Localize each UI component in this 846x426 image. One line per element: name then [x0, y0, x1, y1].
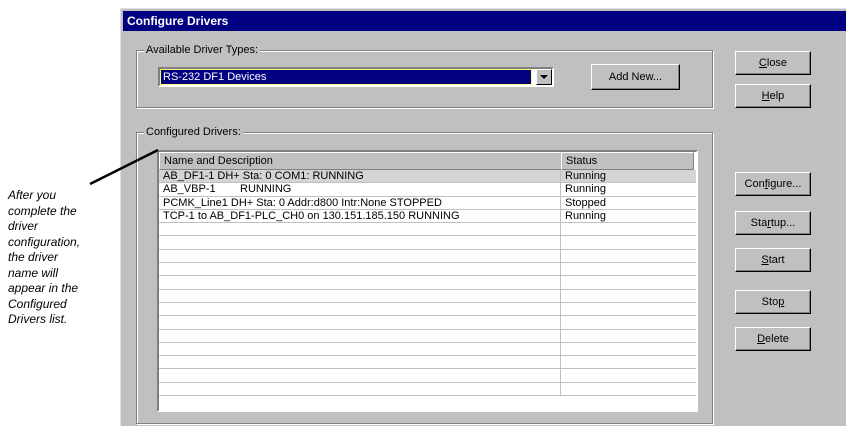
configure-drivers-dialog: Configure Drivers Available Driver Types… — [120, 8, 846, 426]
empty-row — [159, 223, 696, 237]
stop-mnemonic: p — [778, 296, 785, 308]
table-row[interactable]: PCMK_Line1 DH+ Sta: 0 Addr:d800 Intr:Non… — [159, 196, 696, 210]
annotation-line: Configured — [8, 296, 67, 311]
empty-row — [159, 276, 696, 290]
start-mnemonic: S — [761, 254, 769, 266]
column-header-name[interactable]: Name and Description — [159, 152, 561, 170]
list-header: Name and Description Status — [159, 152, 696, 170]
empty-row — [159, 329, 696, 343]
driver-status: Stopped — [565, 196, 606, 209]
annotation-line: Drivers list. — [8, 312, 68, 326]
configure-button[interactable]: Configure... — [735, 172, 811, 196]
driver-status: Running — [565, 170, 606, 182]
driver-name: PCMK_Line1 DH+ Sta: 0 Addr:d800 Intr:Non… — [159, 196, 561, 209]
empty-row — [159, 289, 696, 303]
empty-row — [159, 316, 696, 330]
annotation-line: name will — [8, 265, 59, 280]
start-button[interactable]: Start — [735, 248, 811, 272]
driver-status: Running — [565, 183, 606, 196]
help-mnemonic: H — [761, 90, 770, 102]
empty-row — [159, 342, 696, 357]
empty-row — [159, 236, 696, 250]
add-new-label: Add New... — [608, 71, 663, 83]
empty-row — [159, 382, 696, 397]
annotation-line: the driver — [8, 250, 59, 264]
annotation-line: After you — [8, 188, 57, 202]
annotation-line: complete the — [8, 203, 77, 218]
add-new-button[interactable]: Add New... — [591, 64, 680, 90]
annotation-line: driver — [8, 219, 39, 233]
driver-type-value: RS-232 DF1 Devices — [160, 69, 532, 85]
dropdown-arrow-icon[interactable] — [536, 69, 552, 85]
table-row[interactable]: TCP-1 to AB_DF1-PLC_CH0 on 130.151.185.1… — [159, 209, 696, 224]
driver-type-select[interactable]: RS-232 DF1 Devices — [158, 67, 554, 87]
configured-drivers-label: Configured Drivers: — [144, 125, 243, 139]
driver-name: AB_VBP-1 RUNNING — [159, 183, 561, 196]
empty-row — [159, 249, 696, 264]
delete-mnemonic: D — [757, 333, 766, 345]
empty-row — [159, 356, 696, 370]
empty-row — [159, 369, 696, 383]
close-mnemonic: C — [758, 57, 767, 69]
dialog-title: Configure Drivers — [123, 11, 846, 31]
empty-row — [159, 302, 696, 317]
driver-status: Running — [565, 209, 606, 222]
driver-name: AB_DF1-1 DH+ Sta: 0 COM1: RUNNING — [159, 170, 561, 183]
close-button[interactable]: Close — [735, 51, 811, 75]
available-driver-types-label: Available Driver Types: — [144, 43, 261, 57]
annotation-line: appear in the — [8, 281, 79, 295]
table-row[interactable]: AB_DF1-1 DH+ Sta: 0 COM1: RUNNING Runnin… — [159, 170, 696, 184]
configured-drivers-list[interactable]: Name and Description Status AB_DF1-1 DH+… — [157, 150, 698, 412]
startup-button[interactable]: Startup... — [735, 211, 811, 235]
annotation-line: configuration, — [8, 234, 81, 249]
column-header-status[interactable]: Status — [561, 152, 694, 170]
table-row[interactable]: AB_VBP-1 RUNNING Running — [159, 183, 696, 197]
delete-button[interactable]: Delete — [735, 327, 811, 351]
stop-button[interactable]: Stop — [735, 290, 811, 314]
empty-row — [159, 263, 696, 277]
help-button[interactable]: Help — [735, 84, 811, 108]
driver-name: TCP-1 to AB_DF1-PLC_CH0 on 130.151.185.1… — [159, 209, 561, 223]
annotation-text: After you complete the driver configurat… — [8, 188, 113, 328]
